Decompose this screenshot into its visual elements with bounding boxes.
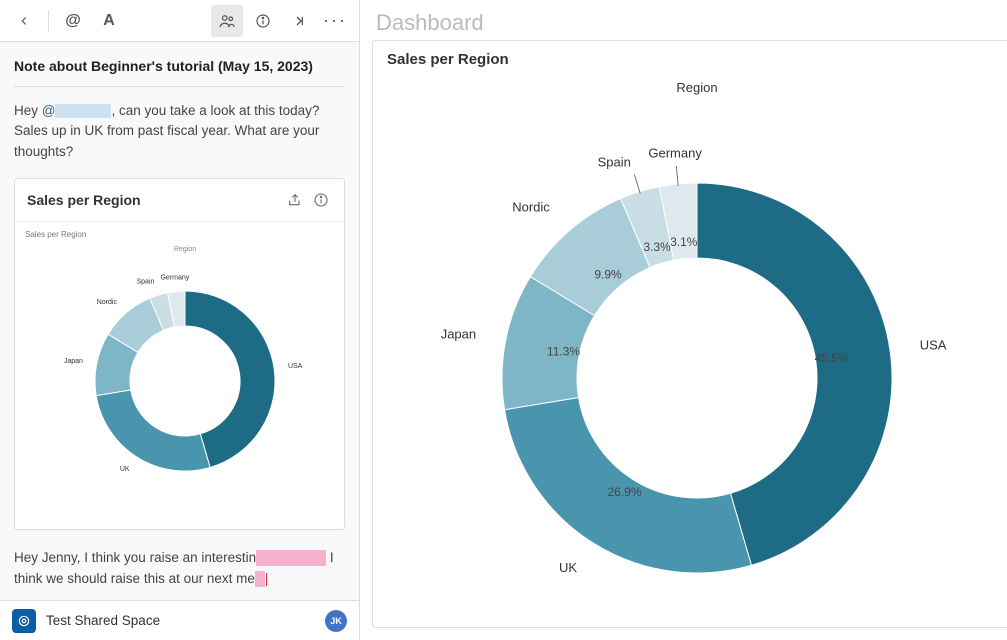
svg-text:Region: Region <box>174 246 196 253</box>
chart-snapshot-body: Sales per Region USA UK Japan Nordic Spain Ge… <box>15 222 344 529</box>
svg-text:Spain: Spain <box>137 278 155 285</box>
space-icon[interactable] <box>12 609 36 633</box>
redacted-word-2 <box>255 571 265 587</box>
svg-text:45.5%: 45.5% <box>815 351 849 365</box>
people-button[interactable] <box>211 5 243 37</box>
svg-text:9.9%: 9.9% <box>594 267 622 281</box>
notes-toolbar: @ A ··· <box>0 0 359 42</box>
svg-text:USA: USA <box>288 363 303 370</box>
svg-text:Spain: Spain <box>598 154 631 169</box>
svg-text:26.9%: 26.9% <box>607 485 641 499</box>
note-content: Note about Beginner's tutorial (May 15, … <box>0 42 359 600</box>
collapse-button[interactable] <box>283 5 315 37</box>
space-name[interactable]: Test Shared Space <box>46 613 315 628</box>
note-title: Note about Beginner's tutorial (May 15, … <box>14 58 345 87</box>
dashboard-title: Dashboard <box>360 0 1007 40</box>
svg-text:Germany: Germany <box>648 146 702 161</box>
small-chart-title: Sales per Region <box>25 230 334 239</box>
more-button[interactable]: ··· <box>319 5 351 37</box>
space-footer: Test Shared Space JK <box>0 600 359 640</box>
text-format-button[interactable]: A <box>93 5 125 37</box>
svg-text:Nordic: Nordic <box>97 299 118 306</box>
share-icon[interactable] <box>284 189 306 211</box>
toolbar-separator <box>48 10 49 32</box>
svg-text:Region: Region <box>676 80 717 95</box>
svg-text:UK: UK <box>559 560 577 575</box>
svg-text:Japan: Japan <box>64 358 83 365</box>
svg-text:Germany: Germany <box>160 274 189 281</box>
dashboard-chart-card[interactable]: Sales per Region USA 45.5% UK 26.9% Japan 11.… <box>372 40 1007 628</box>
note-body-text: Hey @, can you take a look at this today… <box>14 101 345 162</box>
main-donut-chart: USA 45.5% UK 26.9% Japan 11.3% Nordic 9.9% Spain… <box>387 78 997 608</box>
info-button[interactable] <box>247 5 279 37</box>
chart-snapshot-header: Sales per Region <box>15 179 344 222</box>
dashboard-panel: Dashboard Sales per Region USA 45.5% UK 26.… <box>360 0 1007 640</box>
mention[interactable]: @ <box>42 103 56 118</box>
svg-text:UK: UK <box>120 466 130 473</box>
dashboard-chart-title: Sales per Region <box>387 51 997 68</box>
svg-text:Japan: Japan <box>441 327 476 342</box>
svg-text:3.3%: 3.3% <box>643 240 671 254</box>
small-donut-chart: USA UK Japan Nordic Spain Germany Region <box>25 241 335 506</box>
chart-snapshot-card[interactable]: Sales per Region Sales per Region USA UK J… <box>14 178 345 530</box>
redacted-word-1 <box>256 550 326 566</box>
notes-panel: @ A ··· Note about Beginner's tutorial (… <box>0 0 360 640</box>
user-avatar[interactable]: JK <box>325 610 347 632</box>
svg-text:11.3%: 11.3% <box>547 344 580 358</box>
back-button[interactable] <box>8 5 40 37</box>
svg-text:USA: USA <box>920 338 947 353</box>
info-icon[interactable] <box>310 189 332 211</box>
reply-draft[interactable]: Hey Jenny, I think you raise an interest… <box>14 548 345 590</box>
svg-text:3.1%: 3.1% <box>670 235 698 249</box>
text-cursor: | <box>265 571 269 586</box>
redacted-name <box>55 104 111 118</box>
svg-text:Nordic: Nordic <box>512 199 550 214</box>
chart-snapshot-title: Sales per Region <box>27 192 280 208</box>
mention-button[interactable]: @ <box>57 5 89 37</box>
